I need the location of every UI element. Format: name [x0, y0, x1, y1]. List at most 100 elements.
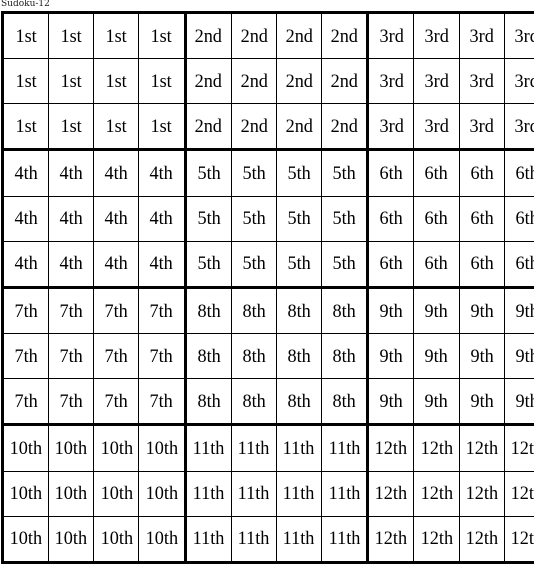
sudoku-cell[interactable]: 4th — [139, 241, 185, 287]
sudoku-cell[interactable]: 10th — [94, 471, 139, 516]
sudoku-cell[interactable]: 9th — [504, 379, 534, 425]
sudoku-cell[interactable]: 5th — [185, 241, 231, 287]
sudoku-cell[interactable]: 6th — [368, 150, 414, 196]
sudoku-cell[interactable]: 11th — [322, 425, 368, 471]
sudoku-cell[interactable]: 11th — [276, 425, 321, 471]
sudoku-cell[interactable]: 5th — [231, 241, 276, 287]
sudoku-cell[interactable]: 9th — [368, 334, 414, 379]
sudoku-cell[interactable]: 1st — [3, 104, 49, 150]
sudoku-cell[interactable]: 10th — [49, 471, 94, 516]
sudoku-cell[interactable]: 8th — [231, 379, 276, 425]
sudoku-cell[interactable]: 12th — [504, 516, 534, 562]
sudoku-cell[interactable]: 2nd — [322, 59, 368, 104]
sudoku-cell[interactable]: 12th — [368, 516, 414, 562]
sudoku-cell[interactable]: 7th — [3, 379, 49, 425]
sudoku-cell[interactable]: 11th — [322, 516, 368, 562]
sudoku-cell[interactable]: 12th — [414, 516, 459, 562]
sudoku-cell[interactable]: 3rd — [414, 104, 459, 150]
sudoku-cell[interactable]: 8th — [276, 287, 321, 333]
sudoku-cell[interactable]: 12th — [459, 516, 504, 562]
sudoku-cell[interactable]: 2nd — [185, 13, 231, 59]
sudoku-cell[interactable]: 9th — [459, 379, 504, 425]
sudoku-cell[interactable]: 10th — [94, 516, 139, 562]
sudoku-cell[interactable]: 7th — [3, 334, 49, 379]
sudoku-cell[interactable]: 10th — [94, 425, 139, 471]
sudoku-cell[interactable]: 4th — [3, 196, 49, 241]
sudoku-cell[interactable]: 11th — [185, 516, 231, 562]
sudoku-cell[interactable]: 10th — [139, 471, 185, 516]
sudoku-cell[interactable]: 11th — [322, 471, 368, 516]
sudoku-cell[interactable]: 8th — [322, 334, 368, 379]
sudoku-cell[interactable]: 1st — [139, 104, 185, 150]
sudoku-cell[interactable]: 5th — [185, 196, 231, 241]
sudoku-cell[interactable]: 5th — [276, 241, 321, 287]
sudoku-cell[interactable]: 4th — [3, 150, 49, 196]
sudoku-cell[interactable]: 6th — [414, 196, 459, 241]
sudoku-cell[interactable]: 1st — [94, 104, 139, 150]
sudoku-cell[interactable]: 1st — [49, 13, 94, 59]
sudoku-cell[interactable]: 12th — [368, 425, 414, 471]
sudoku-cell[interactable]: 5th — [276, 196, 321, 241]
sudoku-cell[interactable]: 1st — [49, 59, 94, 104]
sudoku-cell[interactable]: 1st — [3, 59, 49, 104]
sudoku-cell[interactable]: 9th — [368, 379, 414, 425]
sudoku-cell[interactable]: 7th — [49, 334, 94, 379]
sudoku-cell[interactable]: 6th — [368, 196, 414, 241]
sudoku-cell[interactable]: 4th — [49, 196, 94, 241]
sudoku-cell[interactable]: 2nd — [231, 104, 276, 150]
sudoku-cell[interactable]: 11th — [276, 471, 321, 516]
sudoku-cell[interactable]: 6th — [459, 241, 504, 287]
sudoku-cell[interactable]: 4th — [139, 150, 185, 196]
sudoku-cell[interactable]: 5th — [322, 196, 368, 241]
sudoku-cell[interactable]: 12th — [414, 425, 459, 471]
sudoku-cell[interactable]: 6th — [504, 241, 534, 287]
sudoku-cell[interactable]: 12th — [459, 471, 504, 516]
sudoku-cell[interactable]: 10th — [3, 471, 49, 516]
sudoku-cell[interactable]: 5th — [231, 196, 276, 241]
sudoku-cell[interactable]: 2nd — [276, 59, 321, 104]
sudoku-cell[interactable]: 8th — [276, 334, 321, 379]
sudoku-cell[interactable]: 12th — [414, 471, 459, 516]
sudoku-cell[interactable]: 4th — [94, 196, 139, 241]
sudoku-cell[interactable]: 7th — [94, 379, 139, 425]
sudoku-cell[interactable]: 7th — [139, 379, 185, 425]
sudoku-cell[interactable]: 8th — [322, 379, 368, 425]
sudoku-cell[interactable]: 11th — [231, 471, 276, 516]
sudoku-cell[interactable]: 8th — [231, 287, 276, 333]
sudoku-cell[interactable]: 7th — [3, 287, 49, 333]
sudoku-cell[interactable]: 3rd — [368, 104, 414, 150]
sudoku-cell[interactable]: 5th — [276, 150, 321, 196]
sudoku-cell[interactable]: 10th — [49, 425, 94, 471]
sudoku-cell[interactable]: 2nd — [322, 104, 368, 150]
sudoku-cell[interactable]: 4th — [139, 196, 185, 241]
sudoku-cell[interactable]: 12th — [504, 471, 534, 516]
sudoku-cell[interactable]: 2nd — [322, 13, 368, 59]
sudoku-cell[interactable]: 8th — [322, 287, 368, 333]
sudoku-cell[interactable]: 3rd — [368, 59, 414, 104]
sudoku-cell[interactable]: 5th — [322, 150, 368, 196]
sudoku-cell[interactable]: 3rd — [414, 59, 459, 104]
sudoku-cell[interactable]: 9th — [414, 334, 459, 379]
sudoku-cell[interactable]: 4th — [49, 241, 94, 287]
sudoku-cell[interactable]: 9th — [368, 287, 414, 333]
sudoku-cell[interactable]: 6th — [414, 150, 459, 196]
sudoku-cell[interactable]: 9th — [459, 287, 504, 333]
sudoku-cell[interactable]: 2nd — [276, 13, 321, 59]
sudoku-cell[interactable]: 10th — [49, 516, 94, 562]
sudoku-cell[interactable]: 3rd — [504, 59, 534, 104]
sudoku-cell[interactable]: 11th — [231, 425, 276, 471]
sudoku-cell[interactable]: 2nd — [231, 59, 276, 104]
sudoku-cell[interactable]: 12th — [368, 471, 414, 516]
sudoku-cell[interactable]: 4th — [94, 150, 139, 196]
sudoku-cell[interactable]: 1st — [139, 13, 185, 59]
sudoku-cell[interactable]: 2nd — [185, 59, 231, 104]
sudoku-cell[interactable]: 6th — [459, 196, 504, 241]
sudoku-cell[interactable]: 1st — [49, 104, 94, 150]
sudoku-cell[interactable]: 8th — [276, 379, 321, 425]
sudoku-cell[interactable]: 10th — [3, 516, 49, 562]
sudoku-cell[interactable]: 12th — [459, 425, 504, 471]
sudoku-cell[interactable]: 6th — [504, 150, 534, 196]
sudoku-cell[interactable]: 9th — [504, 334, 534, 379]
sudoku-cell[interactable]: 9th — [414, 379, 459, 425]
sudoku-cell[interactable]: 2nd — [231, 13, 276, 59]
